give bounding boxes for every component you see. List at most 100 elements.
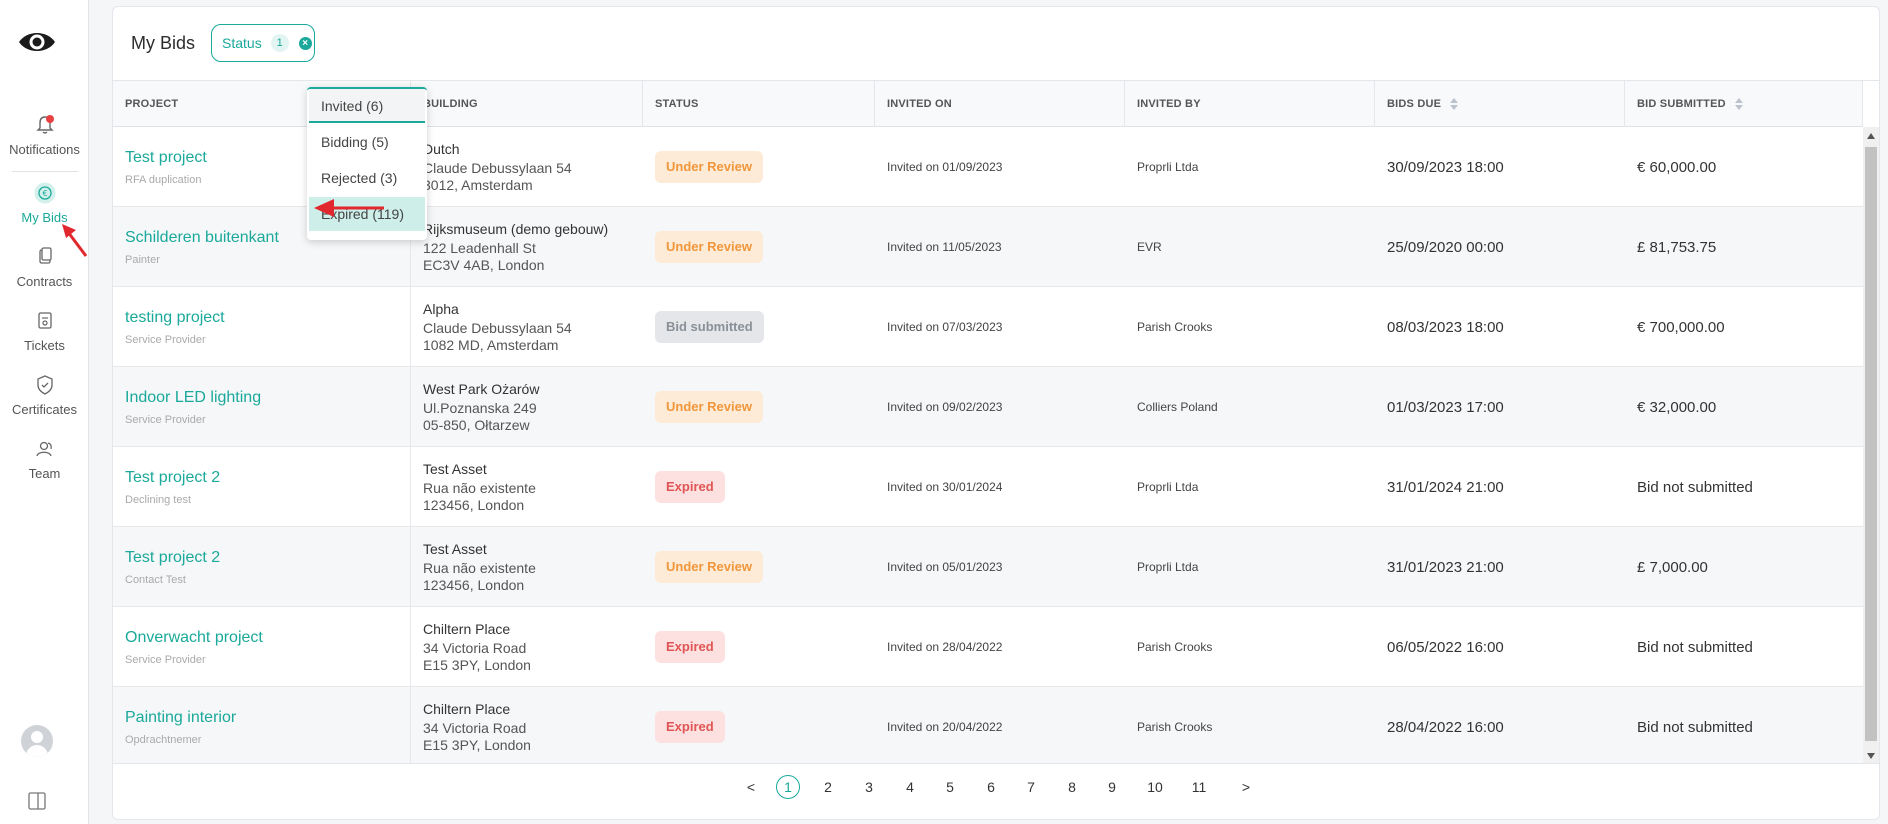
building-address-line1: Rua não existente: [423, 560, 536, 576]
table-row[interactable]: testing project Service Provider Alpha Clau…: [113, 287, 1863, 367]
bids-due-cell: 31/01/2023 21:00: [1387, 558, 1504, 576]
pagination-page-3[interactable]: 3: [857, 775, 881, 799]
status-cell: Expired: [643, 687, 875, 763]
invited-on-cell: Invited on 09/02/2023: [887, 400, 1003, 414]
invited-by-cell: Parish Crooks: [1137, 720, 1213, 734]
table-row[interactable]: Indoor LED lighting Service Provider West …: [113, 367, 1863, 447]
table-scrollbar[interactable]: [1863, 127, 1879, 763]
bids-due-cell: 28/04/2022 16:00: [1387, 718, 1504, 736]
project-subtitle: Opdrachtnemer: [125, 733, 202, 746]
project-cell: Test project 2 Declining test: [113, 447, 411, 527]
pagination-page-11[interactable]: 11: [1185, 775, 1213, 799]
sidebar-item-label: Certificates: [11, 402, 78, 417]
pagination-prev[interactable]: <: [739, 775, 763, 799]
building-address-line1: 122 Leadenhall St: [423, 240, 536, 256]
status-option-invited[interactable]: Invited (6): [309, 89, 425, 123]
building-address-line2: 123456, London: [423, 497, 525, 513]
eye-logo-icon[interactable]: [17, 26, 57, 58]
pagination-page-5[interactable]: 5: [938, 775, 962, 799]
building-address-line2: 123456, London: [423, 577, 525, 593]
building-name: Dutch: [423, 141, 460, 157]
sidebar-item-tickets[interactable]: Tickets: [0, 310, 89, 353]
building-cell: Chiltern Place 34 Victoria Road E15 3PY, L…: [411, 607, 643, 687]
pagination-page-7[interactable]: 7: [1019, 775, 1043, 799]
scroll-up-icon[interactable]: [1867, 133, 1875, 139]
status-option-rejected[interactable]: Rejected (3): [309, 161, 425, 195]
pagination-next[interactable]: >: [1234, 775, 1258, 799]
col-header-building: Building: [411, 81, 643, 127]
col-header-status: Status: [643, 81, 875, 127]
status-badge: Under Review: [655, 231, 763, 263]
project-cell: Test project 2 Contact Test: [113, 527, 411, 607]
building-address-line1: 34 Victoria Road: [423, 640, 527, 656]
pagination-page-1[interactable]: 1: [776, 775, 800, 799]
building-address-line1: Claude Debussylaan 54: [423, 320, 572, 336]
sidebar-item-team[interactable]: Team: [0, 438, 89, 481]
project-name-link[interactable]: Test project 2: [125, 549, 410, 567]
invited-by-cell: Proprli Ltda: [1137, 560, 1199, 574]
pagination-page-4[interactable]: 4: [898, 775, 922, 799]
status-filter-count-badge: 1: [270, 34, 289, 52]
building-cell: Alpha Claude Debussylaan 54 1082 MD, Amste…: [411, 287, 643, 367]
pagination-page-8[interactable]: 8: [1060, 775, 1084, 799]
project-cell: Onverwacht project Service Provider: [113, 607, 411, 687]
invited-by-cell: Colliers Poland: [1137, 400, 1218, 414]
sidebar-item-label: Contracts: [16, 274, 73, 289]
sidebar-item-notifications[interactable]: Notifications: [0, 114, 89, 157]
building-name: Rijksmuseum (demo gebouw): [423, 221, 609, 237]
project-name-link[interactable]: testing project: [125, 309, 410, 327]
bid-submitted-cell: Bid not submitted: [1637, 478, 1753, 496]
sidebar-item-label: Team: [28, 466, 61, 481]
project-name-link[interactable]: Indoor LED lighting: [125, 389, 410, 407]
invited-by-cell: Parish Crooks: [1137, 640, 1213, 654]
team-icon: [35, 441, 52, 457]
bids-due-cell: 06/05/2022 16:00: [1387, 638, 1504, 656]
avatar[interactable]: [21, 725, 53, 757]
pagination: < > 1 2 3 4 5 6 7 8 9 10 11: [113, 775, 1879, 805]
col-header-bids-due[interactable]: Bids due: [1375, 81, 1625, 127]
annotation-arrow-icon: [62, 224, 88, 257]
building-name: West Park Ożarów: [423, 381, 540, 397]
invited-on-cell: Invited on 28/04/2022: [887, 640, 1003, 654]
table-row[interactable]: Onverwacht project Service Provider Chilte…: [113, 607, 1863, 687]
sidebar-item-my-bids[interactable]: € My Bids: [0, 182, 89, 225]
bids-due-cell: 31/01/2024 21:00: [1387, 478, 1504, 496]
project-name-link[interactable]: Test project 2: [125, 469, 410, 487]
project-subtitle: Service Provider: [125, 413, 206, 426]
table-row[interactable]: Test project 2 Declining test Test Asset Ru…: [113, 447, 1863, 527]
project-subtitle: Painter: [125, 253, 160, 266]
building-cell: Test Asset Rua não existente 123456, Londo…: [411, 527, 643, 607]
bell-icon: [35, 115, 54, 134]
sort-icon[interactable]: [1450, 98, 1459, 111]
bid-submitted-cell: Bid not submitted: [1637, 718, 1753, 736]
status-option-bidding[interactable]: Bidding (5): [309, 125, 425, 159]
project-name-link[interactable]: Onverwacht project: [125, 629, 410, 647]
invited-on-cell: Invited on 11/05/2023: [887, 240, 1002, 254]
bid-submitted-cell: Bid not submitted: [1637, 638, 1753, 656]
project-cell: testing project Service Provider: [113, 287, 411, 367]
pagination-page-10[interactable]: 10: [1141, 775, 1169, 799]
scrollbar-thumb[interactable]: [1865, 147, 1877, 741]
sidebar-collapse-icon[interactable]: [28, 792, 46, 810]
col-header-bid-submitted[interactable]: Bid submitted: [1625, 81, 1863, 127]
status-cell: Expired: [643, 447, 875, 527]
sidebar: Notifications € My Bids Contracts Ticket…: [0, 0, 89, 824]
status-filter-chip[interactable]: Status 1 ×: [211, 24, 315, 62]
scroll-down-icon[interactable]: [1867, 753, 1875, 759]
bid-submitted-cell: € 60,000.00: [1637, 158, 1717, 176]
pagination-page-6[interactable]: 6: [979, 775, 1003, 799]
bid-submitted-cell: € 700,000.00: [1637, 318, 1725, 336]
euro-icon: €: [34, 182, 55, 204]
sort-icon[interactable]: [1735, 98, 1744, 111]
table-row[interactable]: Painting interior Opdrachtnemer Chiltern P…: [113, 687, 1863, 763]
status-cell: Bid submitted: [643, 287, 875, 367]
pagination-page-2[interactable]: 2: [816, 775, 840, 799]
sidebar-item-certificates[interactable]: Certificates: [0, 374, 89, 417]
project-name-link[interactable]: Painting interior: [125, 709, 410, 727]
sidebar-item-label: Tickets: [24, 338, 65, 353]
pagination-page-9[interactable]: 9: [1100, 775, 1124, 799]
col-header-label: Bid submitted: [1637, 98, 1726, 110]
table-row[interactable]: Test project 2 Contact Test Test Asset Rua …: [113, 527, 1863, 607]
clear-filter-icon[interactable]: ×: [298, 36, 312, 50]
invited-on-cell: Invited on 01/09/2023: [887, 160, 1003, 174]
